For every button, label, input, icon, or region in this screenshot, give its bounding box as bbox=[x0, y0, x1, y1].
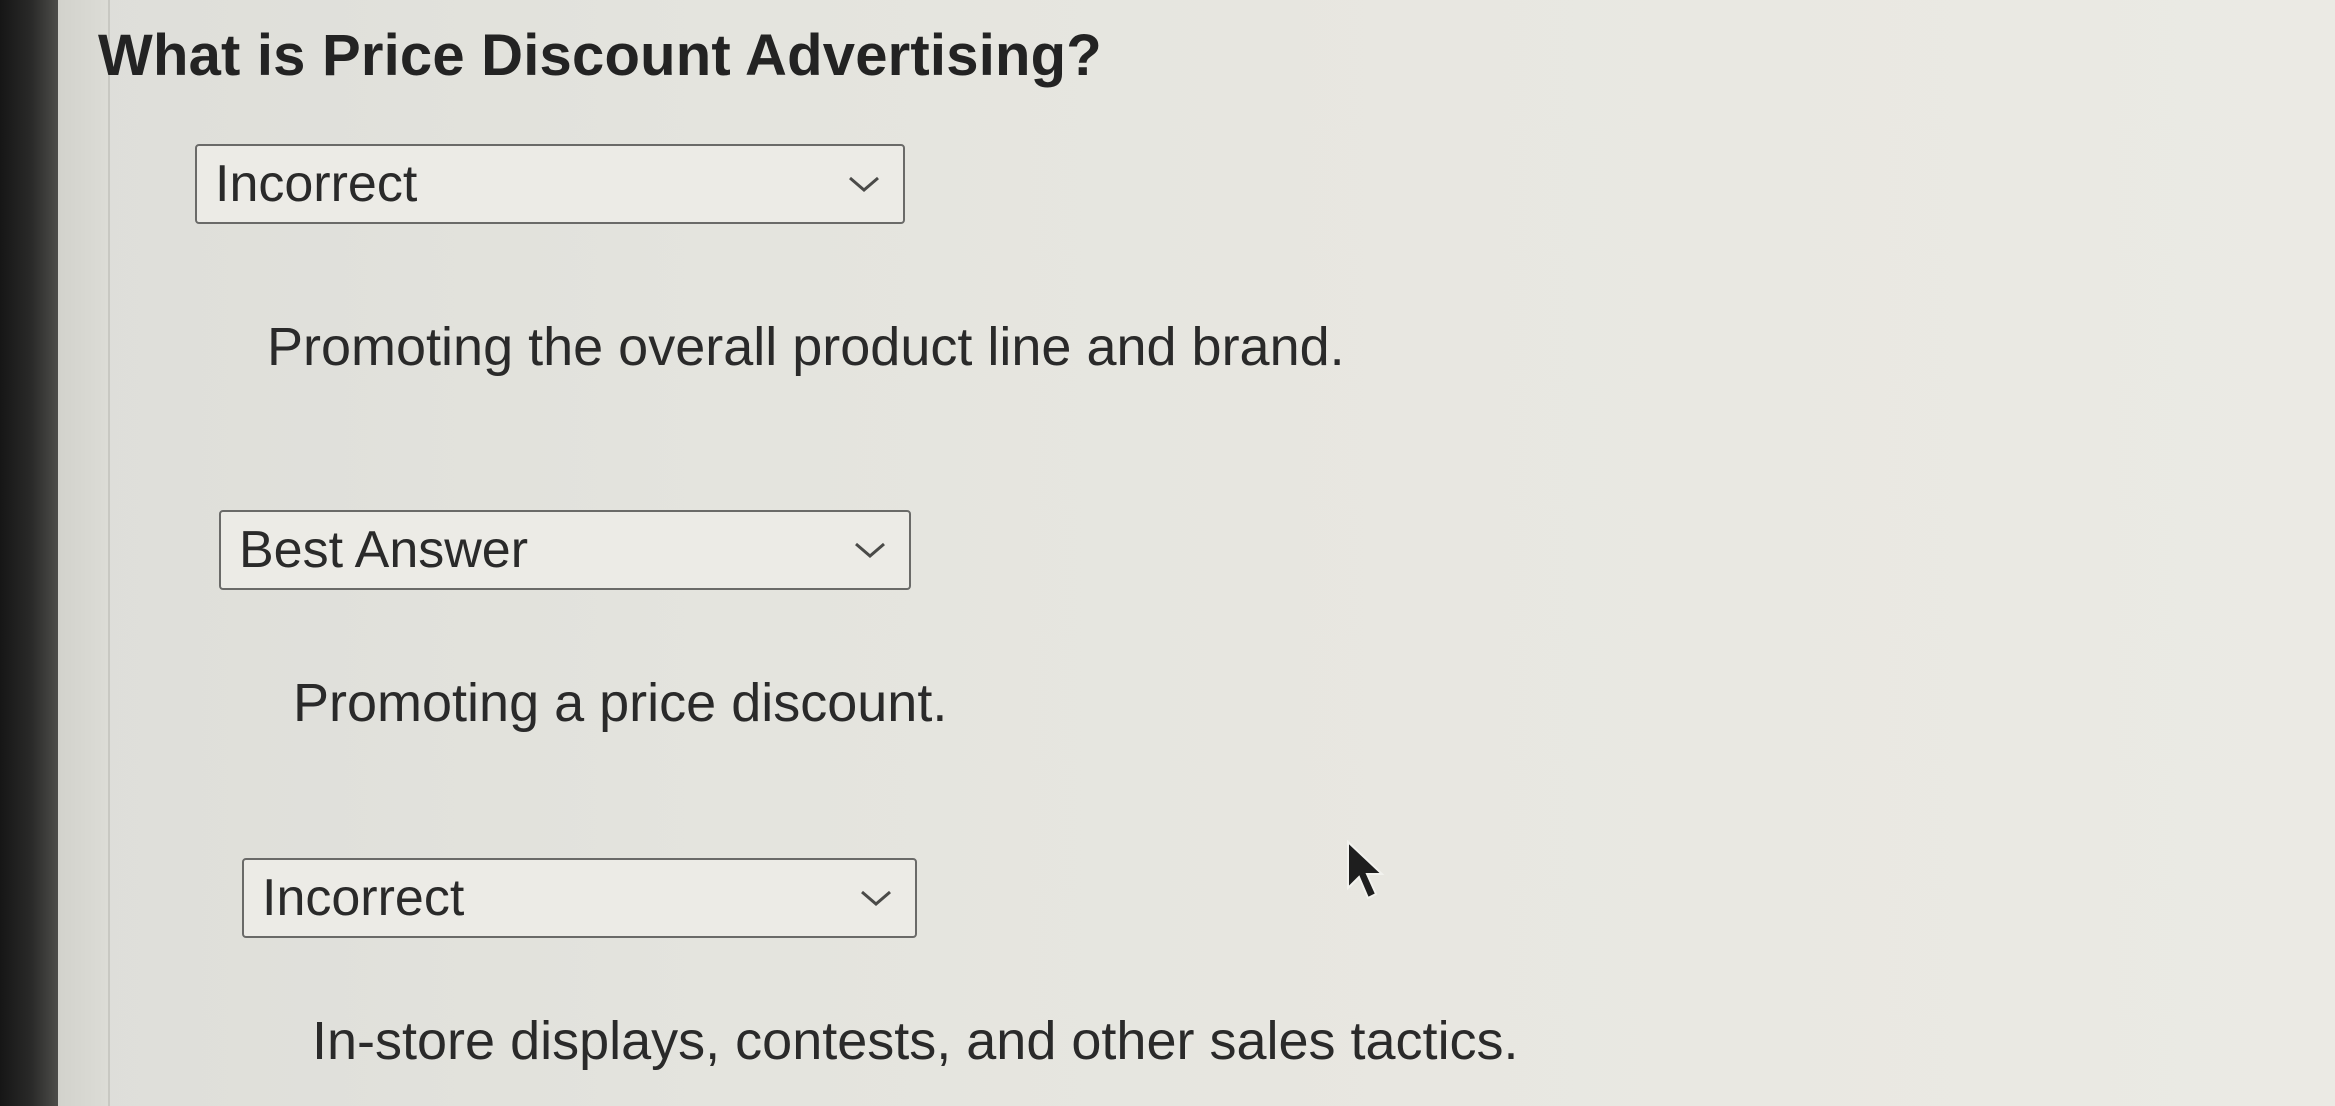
answer-2-text: Promoting a price discount. bbox=[293, 673, 948, 733]
question-title: What is Price Discount Advertising? bbox=[98, 23, 1102, 88]
chevron-down-icon bbox=[841, 169, 887, 199]
mouse-pointer-icon bbox=[1347, 839, 1385, 900]
monitor-bezel bbox=[0, 0, 58, 1106]
answer-1-text: Promoting the overall product line and b… bbox=[267, 317, 1345, 377]
answer-2-rating-value: Best Answer bbox=[239, 521, 529, 579]
answer-1-rating-dropdown[interactable]: Incorrect bbox=[195, 144, 905, 224]
answer-3-rating-value: Incorrect bbox=[262, 869, 465, 927]
answer-2-rating-dropdown[interactable]: Best Answer bbox=[219, 510, 911, 590]
answer-3-rating-dropdown[interactable]: Incorrect bbox=[242, 858, 917, 938]
answer-3-text: In-store displays, contests, and other s… bbox=[312, 1011, 1519, 1071]
chevron-down-icon bbox=[853, 883, 899, 913]
chevron-down-icon bbox=[847, 535, 893, 565]
left-panel-border bbox=[58, 0, 110, 1106]
answer-1-rating-value: Incorrect bbox=[215, 155, 418, 213]
